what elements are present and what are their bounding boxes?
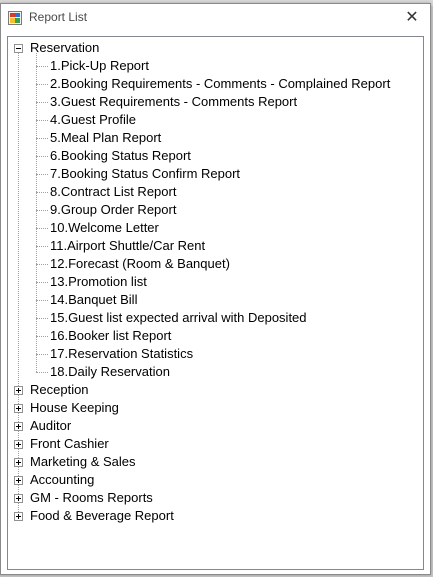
tree-connector: [36, 53, 37, 372]
expand-node-icon[interactable]: [14, 422, 23, 431]
tree-connector: [36, 66, 48, 67]
expand-node-icon[interactable]: [14, 458, 23, 467]
tree-connector: [36, 102, 48, 103]
tree-connector: [36, 246, 48, 247]
tree-node-report[interactable]: 1.Pick-Up Report: [50, 57, 149, 75]
tree-connector: [36, 210, 48, 211]
window-title: Report List: [29, 10, 88, 24]
title-bar[interactable]: Report List ✕: [1, 4, 430, 32]
tree-node-report[interactable]: 10.Welcome Letter: [50, 219, 159, 237]
tree-node-report[interactable]: 8.Contract List Report: [50, 183, 176, 201]
tree-node-category[interactable]: Food & Beverage Report: [30, 507, 174, 525]
expander-bar: [18, 460, 19, 465]
tree-node-report[interactable]: 6.Booking Status Report: [50, 147, 191, 165]
tree-connector: [36, 120, 48, 121]
report-tree[interactable]: Reservation 1.Pick-Up Report 2.Booking Req…: [7, 36, 424, 570]
app-icon: [8, 11, 22, 25]
tree-node-report[interactable]: 2.Booking Requirements - Comments - Comp…: [50, 75, 390, 93]
tree-node-report[interactable]: 14.Banquet Bill: [50, 291, 137, 309]
expand-node-icon[interactable]: [14, 512, 23, 521]
expander-bar: [18, 406, 19, 411]
tree-connector: [36, 336, 48, 337]
report-list-window: Report List ✕ Reservation 1.Pick-Up Repor…: [0, 3, 431, 575]
tree-node-report[interactable]: 17.Reservation Statistics: [50, 345, 193, 363]
tree-connector: [36, 282, 48, 283]
tree-connector: [36, 228, 48, 229]
expander-bar: [18, 496, 19, 501]
tree-node-report[interactable]: 13.Promotion list: [50, 273, 147, 291]
expander-bar: [18, 478, 19, 483]
expander-bar: [18, 514, 19, 519]
tree-node-category[interactable]: Marketing & Sales: [30, 453, 136, 471]
expand-node-icon[interactable]: [14, 494, 23, 503]
expand-node-icon[interactable]: [14, 440, 23, 449]
tree-connector: [36, 354, 48, 355]
tree-node-category[interactable]: GM - Rooms Reports: [30, 489, 153, 507]
expander-dash: [16, 48, 21, 49]
tree-connector: [36, 84, 48, 85]
tree-node-report[interactable]: 4.Guest Profile: [50, 111, 136, 129]
tree-node-category[interactable]: Accounting: [30, 471, 94, 489]
tree-connector: [36, 264, 48, 265]
tree-connector: [36, 174, 48, 175]
expand-node-icon[interactable]: [14, 476, 23, 485]
tree-node-report[interactable]: 5.Meal Plan Report: [50, 129, 161, 147]
tree-node-category[interactable]: House Keeping: [30, 399, 119, 417]
tree-node-report[interactable]: 18.Daily Reservation: [50, 363, 170, 381]
tree-node-reservation[interactable]: Reservation: [30, 39, 99, 57]
tree-node-report[interactable]: 7.Booking Status Confirm Report: [50, 165, 240, 183]
expander-bar: [18, 388, 19, 393]
tree-node-report[interactable]: 11.Airport Shuttle/Car Rent: [50, 237, 205, 255]
tree-connector: [36, 318, 48, 319]
expand-node-icon[interactable]: [14, 404, 23, 413]
tree-node-report[interactable]: 12.Forecast (Room & Banquet): [50, 255, 230, 273]
tree-connector: [36, 372, 48, 373]
close-button[interactable]: ✕: [394, 4, 430, 32]
tree-connector: [36, 300, 48, 301]
tree-connector: [36, 138, 48, 139]
tree-node-report[interactable]: 16.Booker list Report: [50, 327, 171, 345]
tree-node-report[interactable]: 3.Guest Requirements - Comments Report: [50, 93, 297, 111]
tree-node-report[interactable]: 9.Group Order Report: [50, 201, 176, 219]
tree-connector: [36, 156, 48, 157]
expander-bar: [18, 442, 19, 447]
collapse-reservation-icon[interactable]: [14, 44, 23, 53]
tree-node-category[interactable]: Auditor: [30, 417, 71, 435]
expander-bar: [18, 424, 19, 429]
tree-connector: [36, 192, 48, 193]
tree-node-category[interactable]: Front Cashier: [30, 435, 109, 453]
expand-node-icon[interactable]: [14, 386, 23, 395]
tree-node-category[interactable]: Reception: [30, 381, 89, 399]
tree-node-report[interactable]: 15.Guest list expected arrival with Depo…: [50, 309, 307, 327]
